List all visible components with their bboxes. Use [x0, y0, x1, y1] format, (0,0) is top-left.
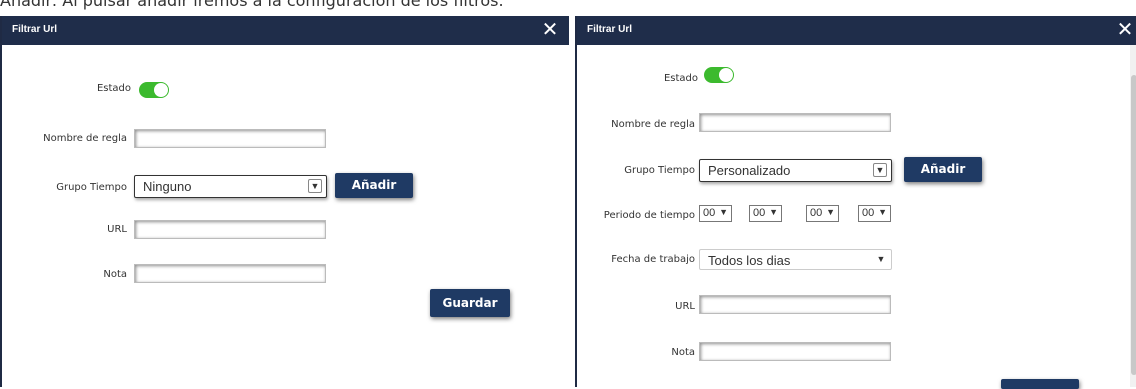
chevron-down-icon: ▼	[876, 254, 886, 264]
nota-label: Nota	[671, 347, 695, 358]
caption-text: Añadir: Al pulsar añadir iremos a la con…	[0, 0, 504, 10]
periodo-value: 00	[753, 207, 766, 219]
toggle-knob	[154, 83, 168, 97]
filter-url-dialog-left: Filtrar Url ✕ Estado Nombre de regla Gru…	[0, 16, 569, 387]
nota-input[interactable]	[699, 342, 891, 361]
grupo-tiempo-label: Grupo Tiempo	[624, 165, 695, 176]
chevron-down-icon: ▼	[769, 207, 778, 217]
dialog-header: Filtrar Url ✕	[577, 16, 1136, 45]
estado-toggle[interactable]	[704, 67, 734, 83]
grupo-tiempo-select[interactable]: Personalizado ▼	[699, 159, 892, 182]
fecha-trabajo-value: Todos los dias	[708, 253, 791, 268]
periodo-minute-end-select[interactable]: 00 ▼	[858, 205, 891, 222]
nota-label: Nota	[103, 269, 127, 280]
chevron-down-icon: ▼	[873, 163, 887, 177]
guardar-button[interactable]: Guardar	[430, 289, 510, 317]
anadir-button[interactable]: Añadir	[904, 157, 982, 182]
vertical-scrollbar[interactable]	[1130, 45, 1136, 387]
periodo-hour-end-select[interactable]: 00 ▼	[806, 205, 839, 222]
chevron-down-icon: ▼	[878, 207, 887, 217]
periodo-value: 00	[862, 207, 875, 219]
url-input[interactable]	[699, 295, 891, 314]
close-icon[interactable]: ✕	[539, 18, 561, 40]
periodo-tiempo-label: Periodo de tiempo	[603, 210, 695, 221]
grupo-tiempo-select[interactable]: Ninguno ▼	[134, 175, 327, 198]
dialog-title: Filtrar Url	[12, 24, 58, 35]
url-label: URL	[107, 224, 127, 235]
nombre-regla-label: Nombre de regla	[43, 133, 127, 144]
toggle-knob	[719, 68, 733, 82]
chevron-down-icon: ▼	[826, 207, 835, 217]
chevron-down-icon: ▼	[308, 179, 322, 193]
periodo-value: 00	[810, 207, 823, 219]
dialog-header: Filtrar Url ✕	[2, 16, 569, 45]
chevron-down-icon: ▼	[719, 207, 728, 217]
close-icon[interactable]: ✕	[1114, 18, 1136, 40]
nota-input[interactable]	[134, 264, 326, 283]
dialog-title: Filtrar Url	[587, 24, 633, 35]
grupo-tiempo-value: Ninguno	[143, 179, 192, 194]
grupo-tiempo-value: Personalizado	[708, 163, 791, 178]
estado-label: Estado	[96, 83, 131, 94]
nombre-regla-input[interactable]	[699, 113, 891, 132]
periodo-minute-start-select[interactable]: 00 ▼	[749, 205, 782, 222]
nombre-regla-label: Nombre de regla	[611, 119, 695, 130]
anadir-button[interactable]: Añadir	[335, 173, 413, 198]
estado-label: Estado	[663, 73, 698, 84]
filter-url-dialog-right: Filtrar Url ✕ Estado Nombre de regla Gru…	[575, 16, 1136, 389]
fecha-trabajo-label: Fecha de trabajo	[611, 254, 695, 265]
url-label: URL	[675, 301, 695, 312]
estado-toggle[interactable]	[139, 82, 169, 98]
periodo-hour-start-select[interactable]: 00 ▼	[699, 205, 732, 222]
url-input[interactable]	[134, 220, 326, 239]
scrollbar-thumb[interactable]	[1131, 75, 1136, 375]
nombre-regla-input[interactable]	[134, 129, 326, 148]
guardar-button-partial[interactable]	[1001, 379, 1079, 389]
periodo-value: 00	[703, 207, 716, 219]
fecha-trabajo-select[interactable]: Todos los dias ▼	[699, 249, 892, 270]
grupo-tiempo-label: Grupo Tiempo	[56, 182, 127, 193]
